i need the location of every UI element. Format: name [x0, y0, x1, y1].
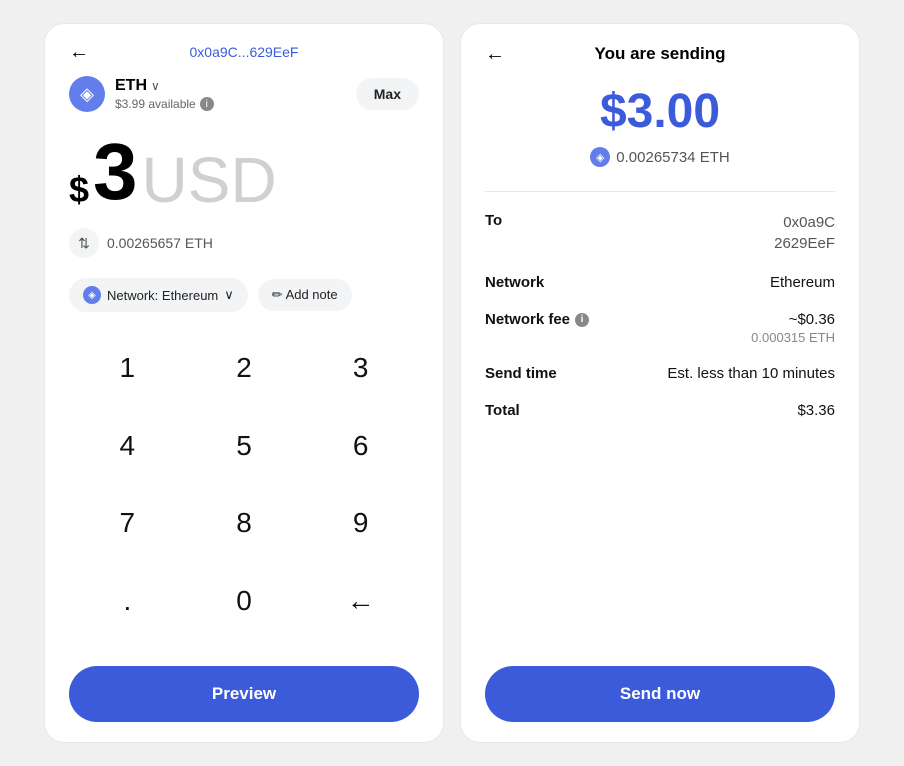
network-row-value: Ethereum [770, 274, 835, 291]
fee-usd: ~$0.36 [751, 311, 835, 328]
amount-number: 3 [93, 132, 138, 212]
numpad-key-3[interactable]: 3 [302, 336, 419, 400]
numpad-key-6[interactable]: 6 [302, 414, 419, 478]
numpad-key-8[interactable]: 8 [186, 491, 303, 555]
numpad-key-dot[interactable]: . [69, 569, 186, 633]
network-row: Network Ethereum [485, 274, 835, 291]
network-eth-icon: ◈ [83, 286, 101, 304]
sending-title: You are sending [595, 44, 726, 64]
fee-eth: 0.000315 ETH [751, 330, 835, 345]
to-address-line2: 2629EeF [774, 233, 835, 254]
wallet-address[interactable]: 0x0a9C...629EeF [190, 44, 299, 60]
preview-button[interactable]: Preview [69, 666, 419, 722]
swap-icon-button[interactable]: ⇅ [69, 228, 99, 258]
fee-label: Network fee i [485, 311, 589, 328]
numpad-key-1[interactable]: 1 [69, 336, 186, 400]
numpad-key-4[interactable]: 4 [69, 414, 186, 478]
network-chevron-icon: ∨ [224, 287, 234, 303]
numpad-key-0[interactable]: 0 [186, 569, 303, 633]
numpad-key-2[interactable]: 2 [186, 336, 303, 400]
fee-row: Network fee i ~$0.36 0.000315 ETH [485, 311, 835, 345]
add-note-button[interactable]: ✏ Add note [258, 279, 352, 311]
to-address: 0x0a9C 2629EeF [774, 212, 835, 254]
to-label: To [485, 212, 502, 229]
eth-icon: ◈ [69, 76, 105, 112]
fee-info-icon[interactable]: i [575, 313, 589, 327]
sending-amount-eth: ◈ 0.00265734 ETH [485, 147, 835, 167]
amount-display: $ 3 USD [69, 132, 419, 212]
token-balance: $3.99 available i [115, 97, 214, 111]
left-header: ← 0x0a9C...629EeF [69, 44, 419, 60]
token-details: ETH ∨ $3.99 available i [115, 77, 214, 111]
numpad-key-9[interactable]: 9 [302, 491, 419, 555]
left-back-button[interactable]: ← [69, 41, 89, 64]
right-header: ← You are sending [485, 44, 835, 64]
token-name: ETH [115, 77, 147, 95]
eth-conversion: ⇅ 0.00265657 ETH [69, 228, 419, 258]
numpad-key-backspace[interactable]: ← [302, 569, 419, 633]
options-row: ◈ Network: Ethereum ∨ ✏ Add note [69, 278, 419, 312]
to-address-line1: 0x0a9C [774, 212, 835, 233]
numpad-key-5[interactable]: 5 [186, 414, 303, 478]
send-time-row: Send time Est. less than 10 minutes [485, 365, 835, 382]
numpad: 1 2 3 4 5 6 7 8 9 . 0 ← [69, 336, 419, 646]
token-row: ◈ ETH ∨ $3.99 available i Max [69, 76, 419, 112]
network-label: Network: Ethereum [107, 288, 218, 303]
fee-values: ~$0.36 0.000315 ETH [751, 311, 835, 345]
balance-info-icon[interactable]: i [200, 97, 214, 111]
total-label: Total [485, 402, 520, 419]
right-panel: ← You are sending $3.00 ◈ 0.00265734 ETH… [460, 23, 860, 743]
total-value: $3.36 [797, 402, 835, 419]
dollar-sign: $ [69, 172, 89, 208]
network-button[interactable]: ◈ Network: Ethereum ∨ [69, 278, 248, 312]
sending-amount-usd: $3.00 [485, 84, 835, 139]
token-chevron-icon: ∨ [151, 79, 160, 93]
send-time-value: Est. less than 10 minutes [667, 365, 835, 382]
network-row-label: Network [485, 274, 544, 291]
sending-eth-text: 0.00265734 ETH [616, 149, 729, 166]
max-button[interactable]: Max [356, 78, 419, 110]
left-panel: ← 0x0a9C...629EeF ◈ ETH ∨ $3.99 availabl… [44, 23, 444, 743]
send-now-button[interactable]: Send now [485, 666, 835, 722]
usd-label: USD [142, 148, 277, 212]
total-row: Total $3.36 [485, 402, 835, 419]
numpad-key-7[interactable]: 7 [69, 491, 186, 555]
right-back-button[interactable]: ← [485, 43, 505, 66]
to-row: To 0x0a9C 2629EeF [485, 212, 835, 254]
send-time-label: Send time [485, 365, 557, 382]
divider [485, 191, 835, 192]
sending-eth-icon: ◈ [590, 147, 610, 167]
eth-amount-text: 0.00265657 ETH [107, 235, 213, 251]
token-info: ◈ ETH ∨ $3.99 available i [69, 76, 214, 112]
token-name-row[interactable]: ETH ∨ [115, 77, 214, 95]
